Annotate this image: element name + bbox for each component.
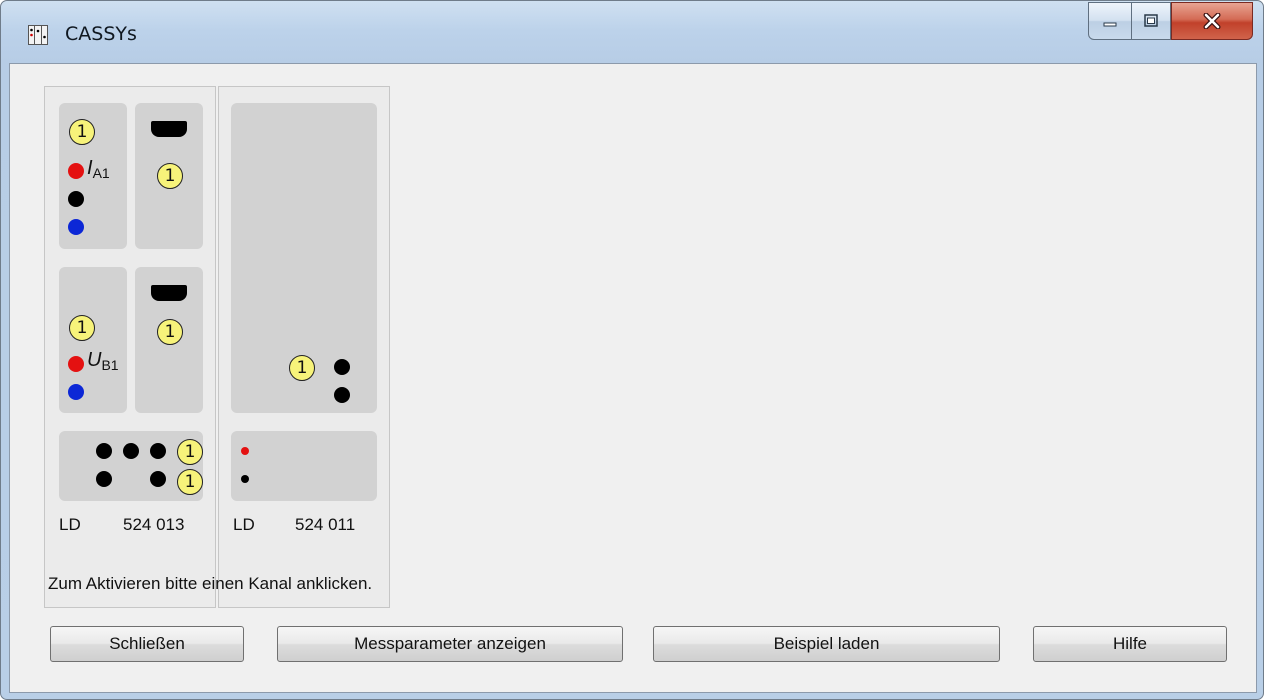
- window-title: CASSYs: [65, 23, 137, 45]
- module-vendor: LD: [233, 515, 255, 534]
- input-a-badge[interactable]: 1: [69, 119, 95, 145]
- relay-badge[interactable]: 1: [177, 469, 203, 495]
- sensor-a-connector: [151, 121, 187, 137]
- close-icon: [1203, 13, 1221, 29]
- help-button[interactable]: Hilfe: [1033, 626, 1227, 662]
- relay-badge[interactable]: 1: [177, 439, 203, 465]
- close-button[interactable]: Schließen: [50, 626, 244, 662]
- load-example-button[interactable]: Beispiel laden: [653, 626, 1000, 662]
- input-a-red-socket[interactable]: [68, 163, 84, 179]
- relay-socket[interactable]: [123, 443, 139, 459]
- sensor-b-panel[interactable]: 1: [135, 267, 203, 413]
- title-bar[interactable]: CASSYs: [1, 1, 1263, 61]
- relay-socket[interactable]: [96, 471, 112, 487]
- relay-socket[interactable]: [150, 471, 166, 487]
- input-badge[interactable]: 1: [289, 355, 315, 381]
- cassy-module-524011: 1 LD 524 011: [218, 86, 390, 608]
- relay-socket[interactable]: [150, 443, 166, 459]
- input-a-panel[interactable]: 1 IA1: [59, 103, 127, 249]
- module-model: 524 011: [295, 515, 356, 534]
- input-black-socket[interactable]: [334, 359, 350, 375]
- client-area: 1 IA1 1 1 UB1 1 1 1 LD 524 013 1 LD 524 …: [9, 63, 1257, 693]
- input-a-label: IA1: [87, 157, 110, 181]
- input-b-badge[interactable]: 1: [69, 315, 95, 341]
- input-b-panel[interactable]: 1 UB1: [59, 267, 127, 413]
- show-parameters-button[interactable]: Messparameter anzeigen: [277, 626, 623, 662]
- status-led-red: [241, 447, 249, 455]
- status-led-black: [241, 475, 249, 483]
- minimize-button[interactable]: [1088, 2, 1132, 40]
- maximize-button[interactable]: [1132, 2, 1171, 40]
- input-b-red-socket[interactable]: [68, 356, 84, 372]
- input-black-socket[interactable]: [334, 387, 350, 403]
- module-vendor: LD: [59, 515, 81, 534]
- cassys-window: CASSYs 1 IA1 1 1 UB1 1 1 1 LD 524 013 1 …: [0, 0, 1264, 700]
- input-a-black-socket[interactable]: [68, 191, 84, 207]
- input-b-label: UB1: [87, 349, 119, 373]
- sensor-b-connector: [151, 285, 187, 301]
- cassy-app-icon: [28, 25, 48, 45]
- cassy-module-524013: 1 IA1 1 1 UB1 1 1 1 LD 524 013: [44, 86, 216, 608]
- module-model: 524 013: [123, 515, 185, 534]
- input-panel[interactable]: 1: [231, 103, 377, 413]
- maximize-icon: [1144, 14, 1158, 27]
- input-b-blue-socket[interactable]: [68, 384, 84, 400]
- status-hint: Zum Aktivieren bitte einen Kanal anklick…: [48, 574, 373, 593]
- sensor-a-badge[interactable]: 1: [157, 163, 183, 189]
- minimize-icon: [1103, 22, 1117, 27]
- sensor-b-badge[interactable]: 1: [157, 319, 183, 345]
- relay-socket[interactable]: [96, 443, 112, 459]
- close-window-button[interactable]: [1171, 2, 1253, 40]
- relay-panel[interactable]: 1 1: [59, 431, 203, 501]
- sensor-a-panel[interactable]: 1: [135, 103, 203, 249]
- input-a-blue-socket[interactable]: [68, 219, 84, 235]
- status-panel: [231, 431, 377, 501]
